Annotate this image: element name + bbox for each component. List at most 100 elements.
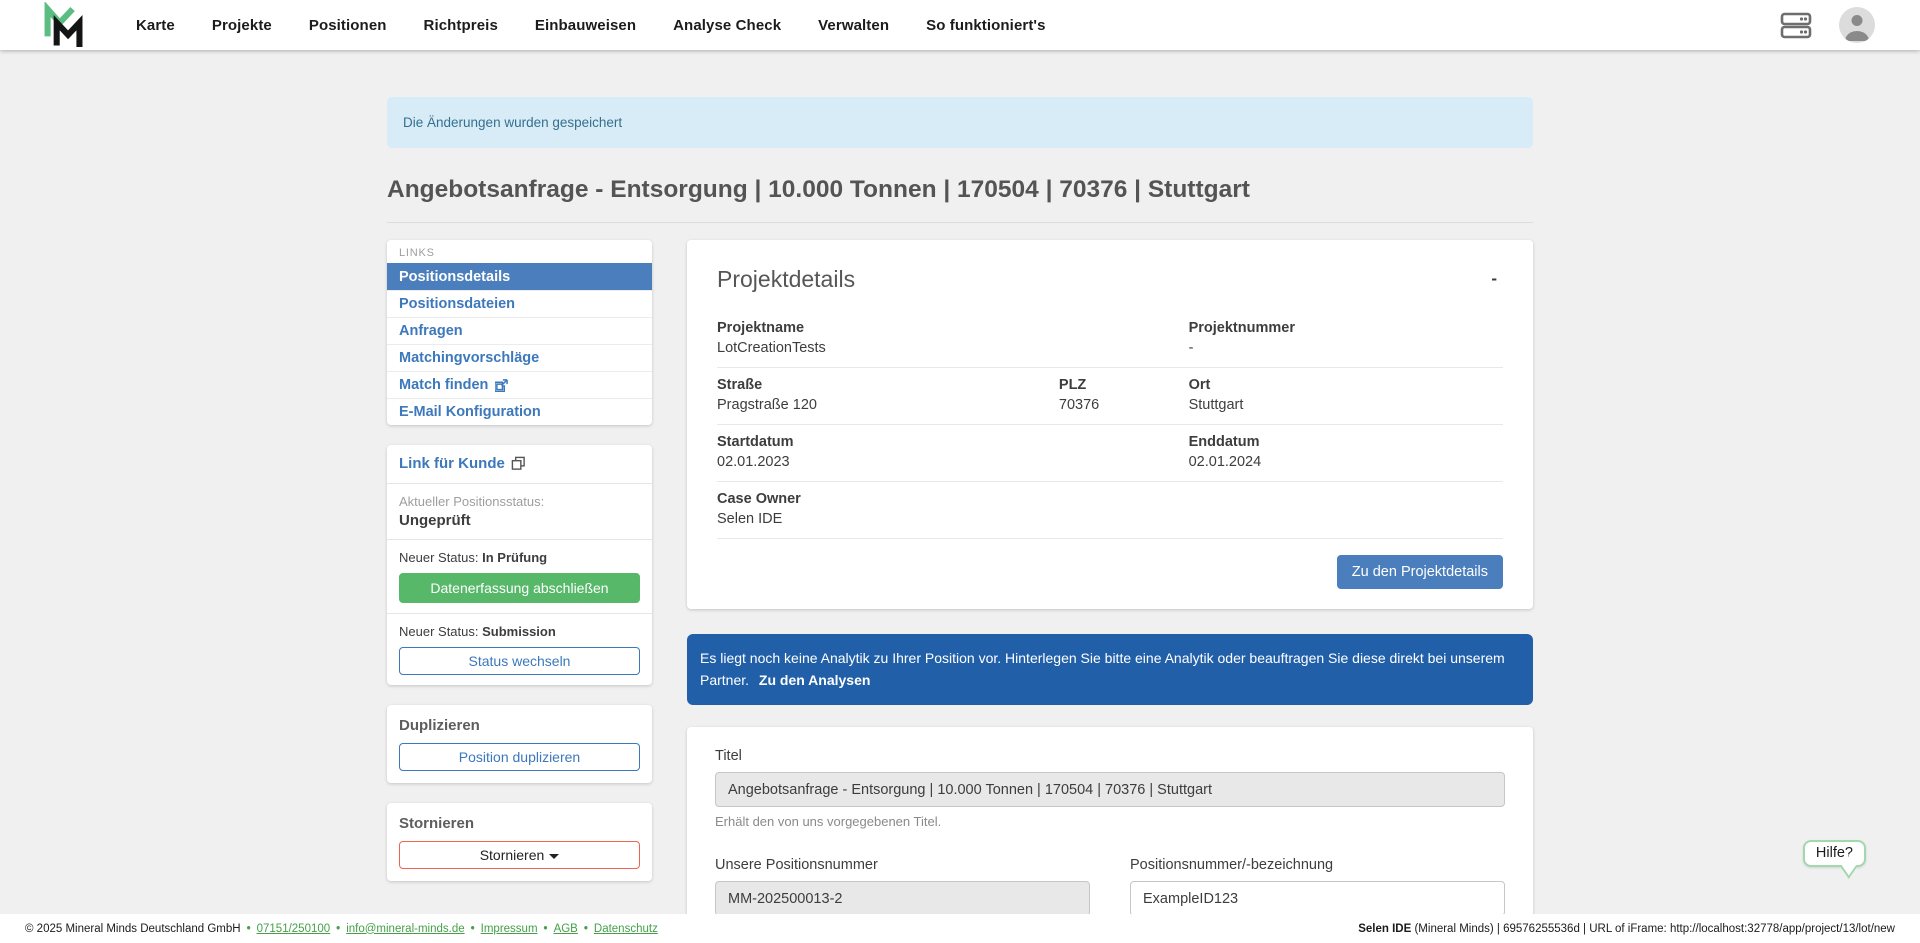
person-icon xyxy=(1839,7,1875,43)
copy-icon xyxy=(511,456,526,471)
sidebar-item-label: Positionsdetails xyxy=(399,269,510,285)
cancel-dropdown-button[interactable]: Stornieren xyxy=(399,841,640,869)
collapse-button[interactable]: - xyxy=(1485,266,1503,291)
duplicate-card: Duplizieren Position duplizieren xyxy=(387,705,652,783)
new-status-prefix: Neuer Status: xyxy=(399,624,479,639)
new-status-prefix: Neuer Status: xyxy=(399,550,479,565)
duplicate-card-title: Duplizieren xyxy=(399,717,640,734)
page-title: Angebotsanfrage - Entsorgung | 10.000 To… xyxy=(387,176,1533,223)
field-label: Projektname xyxy=(717,320,1189,336)
field-label: Startdatum xyxy=(717,434,1189,450)
new-status-line-2: Neuer Status: Submission xyxy=(399,624,640,639)
success-alert-text: Die Änderungen wurden gespeichert xyxy=(403,115,622,130)
caret-down-icon xyxy=(549,854,559,859)
footer-phone-link[interactable]: 07151/250100 xyxy=(257,923,331,935)
position-number-input[interactable] xyxy=(1130,881,1505,916)
links-card: LINKS Positionsdetails Positionsdateien … xyxy=(387,240,652,425)
success-alert: Die Änderungen wurden gespeichert xyxy=(387,97,1533,148)
help-button[interactable]: Hilfe? xyxy=(1803,840,1866,867)
mineral-minds-logo[interactable] xyxy=(40,2,84,48)
nav-projekte[interactable]: Projekte xyxy=(212,17,272,34)
footer-session-details: (Mineral Minds) | 69576255536d | URL of … xyxy=(1411,923,1895,935)
sidebar-item-label: Match finden xyxy=(399,377,488,393)
footer-separator: • xyxy=(247,923,251,935)
current-status-label: Aktueller Positionsstatus: xyxy=(399,494,640,509)
field-value: Selen IDE xyxy=(717,511,1189,527)
new-status-value: Submission xyxy=(482,624,556,639)
cancel-card-title: Stornieren xyxy=(399,815,640,832)
sidebar-item-positionsdateien[interactable]: Positionsdateien xyxy=(387,290,652,317)
customer-link-label: Link für Kunde xyxy=(399,455,505,472)
position-form-card: Titel Erhält den von uns vorgegebenen Ti… xyxy=(687,727,1533,943)
sidebar-item-match-finden[interactable]: Match finden xyxy=(387,371,652,398)
project-row-name: Projektname LotCreationTests Projektnumm… xyxy=(717,311,1503,368)
sidebar-item-positionsdetails[interactable]: Positionsdetails xyxy=(387,263,652,290)
field-label: Enddatum xyxy=(1189,434,1503,450)
project-row-owner: Case Owner Selen IDE xyxy=(717,482,1503,539)
cancel-card: Stornieren Stornieren xyxy=(387,803,652,881)
customer-link[interactable]: Link für Kunde xyxy=(399,455,526,472)
footer-copyright: © 2025 Mineral Minds Deutschland GmbH xyxy=(25,923,241,935)
field-value: 70376 xyxy=(1059,397,1189,413)
sidebar-item-label: E-Mail Konfiguration xyxy=(399,404,541,420)
cancel-button-label: Stornieren xyxy=(480,847,545,863)
footer-session-info: Selen IDE (Mineral Minds) | 69576255536d… xyxy=(1358,923,1895,935)
field-value: 02.01.2023 xyxy=(717,454,1189,470)
field-value: - xyxy=(1189,340,1503,356)
field-value: 02.01.2024 xyxy=(1189,454,1503,470)
complete-data-entry-button[interactable]: Datenerfassung abschließen xyxy=(399,573,640,603)
current-status-value: Ungeprüft xyxy=(399,512,640,529)
footer: © 2025 Mineral Minds Deutschland GmbH • … xyxy=(0,914,1920,943)
project-row-address: Straße Pragstraße 120 PLZ 70376 Ort Stut… xyxy=(717,368,1503,425)
footer-impressum-link[interactable]: Impressum xyxy=(481,923,538,935)
new-status-value: In Prüfung xyxy=(482,550,547,565)
go-to-analyses-link[interactable]: Zu den Analysen xyxy=(759,672,871,688)
nav-richtpreis[interactable]: Richtpreis xyxy=(424,17,498,34)
sidebar-item-matchingvorschlaege[interactable]: Matchingvorschläge xyxy=(387,344,652,371)
switch-status-button[interactable]: Status wechseln xyxy=(399,647,640,675)
field-value: Pragstraße 120 xyxy=(717,397,1059,413)
status-card: Link für Kunde Aktueller Positionsstatus… xyxy=(387,445,652,685)
nav-so-funktionierts[interactable]: So funktioniert's xyxy=(926,17,1045,34)
user-avatar[interactable] xyxy=(1839,7,1875,43)
field-value: LotCreationTests xyxy=(717,340,1189,356)
field-label: Ort xyxy=(1189,377,1503,393)
nav-karte[interactable]: Karte xyxy=(136,17,175,34)
analytics-banner: Es liegt noch keine Analytik zu Ihrer Po… xyxy=(687,634,1533,705)
field-label: PLZ xyxy=(1059,377,1189,393)
nav-einbauweisen[interactable]: Einbauweisen xyxy=(535,17,636,34)
footer-email-link[interactable]: info@mineral-minds.de xyxy=(346,923,464,935)
sidebar-item-anfragen[interactable]: Anfragen xyxy=(387,317,652,344)
nav-verwalten[interactable]: Verwalten xyxy=(818,17,889,34)
nav-positionen[interactable]: Positionen xyxy=(309,17,387,34)
server-stack-icon[interactable] xyxy=(1779,10,1813,40)
main-navigation: Karte Projekte Positionen Richtpreis Ein… xyxy=(136,17,1046,34)
footer-separator: • xyxy=(584,923,588,935)
position-number-label: Positionsnummer/-bezeichnung xyxy=(1130,857,1505,873)
links-card-header: LINKS xyxy=(387,240,652,263)
sidebar-item-label: Positionsdateien xyxy=(399,296,515,312)
field-label: Case Owner xyxy=(717,491,1189,507)
main-column: Projektdetails - Projektname LotCreation… xyxy=(687,240,1533,943)
title-field-label: Titel xyxy=(715,748,1505,764)
footer-separator: • xyxy=(471,923,475,935)
title-input xyxy=(715,772,1505,807)
external-link-icon xyxy=(495,379,508,392)
footer-separator: • xyxy=(544,923,548,935)
field-label: Projektnummer xyxy=(1189,320,1503,336)
footer-datenschutz-link[interactable]: Datenschutz xyxy=(594,923,658,935)
field-value: Stuttgart xyxy=(1189,397,1503,413)
footer-agb-link[interactable]: AGB xyxy=(554,923,578,935)
project-row-dates: Startdatum 02.01.2023 Enddatum 02.01.202… xyxy=(717,425,1503,482)
footer-separator: • xyxy=(336,923,340,935)
go-to-project-details-button[interactable]: Zu den Projektdetails xyxy=(1337,555,1503,589)
sidebar-item-label: Anfragen xyxy=(399,323,463,339)
our-position-number-label: Unsere Positionsnummer xyxy=(715,857,1090,873)
sidebar-item-email-konfiguration[interactable]: E-Mail Konfiguration xyxy=(387,398,652,425)
duplicate-position-button[interactable]: Position duplizieren xyxy=(399,743,640,771)
nav-analyse-check[interactable]: Analyse Check xyxy=(673,17,781,34)
field-label: Straße xyxy=(717,377,1059,393)
page-content: Die Änderungen wurden gespeichert Angebo… xyxy=(387,50,1533,943)
our-position-number-input xyxy=(715,881,1090,916)
project-details-title: Projektdetails xyxy=(717,266,855,293)
